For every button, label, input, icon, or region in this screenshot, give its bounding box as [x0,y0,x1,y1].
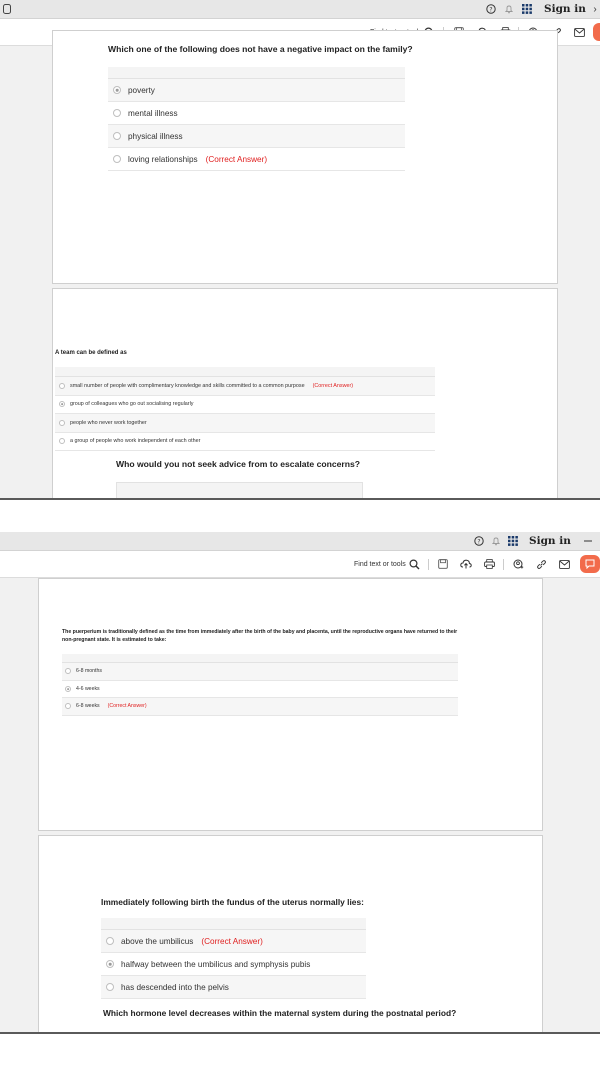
option-row[interactable]: 6-8 weeks (Correct Answer) [62,698,458,716]
option-label: mental illness [128,108,178,118]
options-table-header [62,654,458,663]
option-row[interactable]: a group of people who work independent o… [55,433,435,451]
more-icon[interactable]: › [590,0,600,18]
screenshot-border [0,1032,600,1034]
option-label: 4-6 weeks [76,685,100,692]
link-icon[interactable] [534,551,548,577]
option-row[interactable]: above the umbilicus (Correct Answer) [101,930,366,953]
comment-badge-icon[interactable] [593,23,600,41]
screenshot-border [0,498,600,500]
options-table-header [108,67,405,79]
option-row[interactable]: group of colleagues who go out socialisi… [55,396,435,414]
question-text: Who would you not seek advice from to es… [116,459,361,469]
save-icon[interactable] [436,551,450,577]
option-radio[interactable] [59,401,65,408]
option-label: poverty [128,85,155,95]
option-radio[interactable] [106,983,114,991]
find-text-label[interactable]: Find text or tools [354,551,406,578]
option-radio[interactable] [65,703,71,710]
mail-icon[interactable] [572,19,586,45]
options-table-header [55,367,435,377]
window-control-icon[interactable] [2,0,12,18]
option-label: has descended into the pelvis [121,982,229,992]
svg-text:?: ? [489,7,492,14]
pdf-toolbar: Find text or tools [0,551,600,578]
correct-answer-label: (Correct Answer) [201,936,263,946]
options-table-header [101,918,366,930]
comment-badge-icon[interactable] [580,555,600,573]
option-label: a group of people who work independent o… [70,438,201,445]
help-circle-icon[interactable]: ? [472,532,486,550]
option-label: 6-8 months [76,668,102,675]
option-label: people who never work together [70,419,147,426]
option-radio[interactable] [59,382,65,389]
correct-answer-label: (Correct Answer) [312,382,354,389]
option-label: group of colleagues who go out socialisi… [70,401,194,408]
option-row[interactable]: loving relationships (Correct Answer) [108,148,405,171]
option-row[interactable]: halfway between the umbilicus and symphy… [101,953,366,976]
question-text: Immediately following birth the fundus o… [101,897,364,907]
option-radio[interactable] [65,685,71,692]
user-access-icon[interactable] [511,551,525,577]
option-radio[interactable] [113,132,121,140]
svg-text:?: ? [477,539,480,546]
options-table: above the umbilicus (Correct Answer) halfw… [101,918,366,999]
question-text: Which one of the following does not have… [108,44,413,54]
toolbar-divider [503,559,504,570]
option-label: above the umbilicus [121,936,194,946]
option-radio[interactable] [59,419,65,426]
question-text: Which hormone level decreases within the… [103,1008,457,1018]
option-row[interactable]: 6-8 months [62,663,458,681]
minimize-icon[interactable] [582,532,594,550]
options-table: small number of people with complimentar… [55,367,435,451]
correct-answer-label: (Correct Answer) [107,703,147,710]
option-row[interactable]: 4-6 weeks [62,681,458,698]
toolbar-divider [428,559,429,570]
print-icon[interactable] [482,551,496,577]
option-label: 6-8 weeks [76,703,100,710]
question-text: A team can be defined as [55,350,127,356]
option-radio[interactable] [106,960,114,968]
apps-grid-icon[interactable] [506,532,520,550]
option-radio[interactable] [113,109,121,117]
question-text: The puerperium is traditionally defined … [62,629,458,643]
option-row[interactable]: mental illness [108,102,405,125]
help-circle-icon[interactable]: ? [484,0,498,18]
screenshot-bottom: ? Sign in Find text or tools The puerper… [0,532,600,1034]
option-radio[interactable] [106,937,114,945]
option-label: physical illness [128,131,183,141]
mail-icon[interactable] [557,551,571,577]
option-row[interactable]: people who never work together [55,414,435,433]
option-label: loving relationships [128,154,198,164]
option-label: small number of people with complimentar… [70,382,305,389]
screenshot-top: ? Sign in › Find text or tools [0,0,600,500]
option-row[interactable]: physical illness [108,125,405,148]
option-radio[interactable] [65,668,71,675]
option-row[interactable]: has descended into the pelvis [101,976,366,999]
options-table: poverty mental illness physical illness lov… [108,67,405,171]
browser-top-bar: ? Sign in › [0,0,600,19]
search-icon[interactable] [407,551,421,577]
bell-icon[interactable] [489,532,503,550]
sign-in-link[interactable]: Sign in [529,532,571,551]
options-table: 6-8 months 4-6 weeks 6-8 weeks (Correct Ans… [62,654,458,716]
bell-icon[interactable] [502,0,516,18]
apps-grid-icon[interactable] [520,0,534,18]
browser-top-bar: ? Sign in [0,532,600,551]
option-row[interactable]: poverty [108,79,405,102]
option-radio[interactable] [113,155,121,163]
option-label: halfway between the umbilicus and symphy… [121,959,311,969]
option-radio[interactable] [113,86,121,94]
option-row[interactable]: small number of people with complimentar… [55,377,435,396]
sign-in-link[interactable]: Sign in [544,0,586,19]
upload-cloud-icon[interactable] [459,551,473,577]
option-radio[interactable] [59,438,65,445]
correct-answer-label: (Correct Answer) [205,154,268,164]
